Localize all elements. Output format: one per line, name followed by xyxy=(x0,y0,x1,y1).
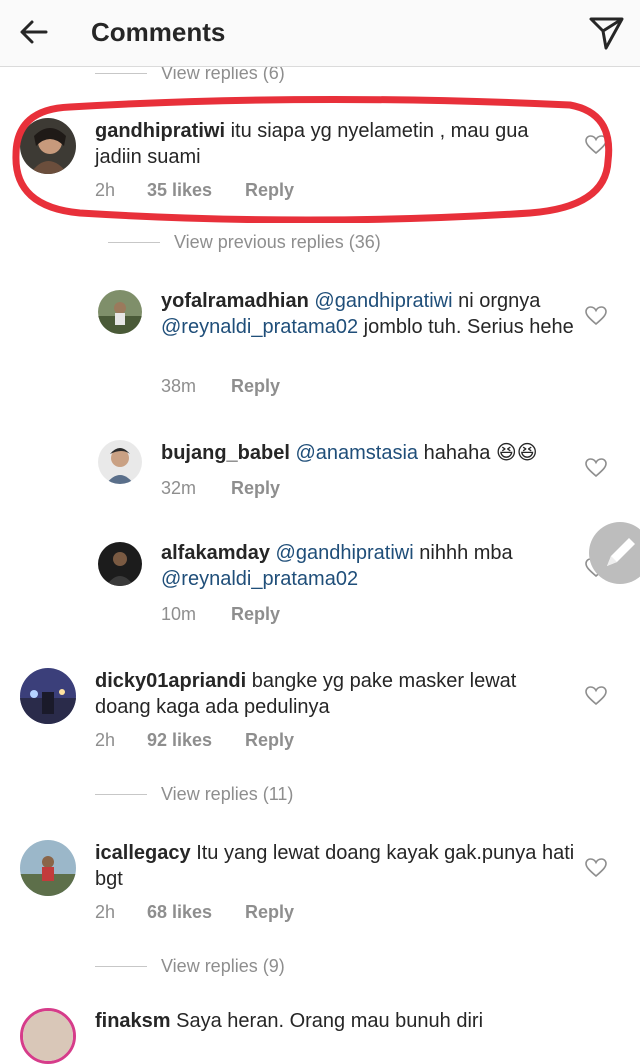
reply-button[interactable]: Reply xyxy=(245,180,294,201)
comment-meta: 38m Reply xyxy=(161,376,280,397)
comment-body: jomblo tuh. Serius hehe xyxy=(363,316,574,338)
reply-button[interactable]: Reply xyxy=(245,730,294,751)
mention-link[interactable]: @anamstasia xyxy=(295,442,418,464)
heart-icon[interactable] xyxy=(585,686,607,706)
heart-icon[interactable] xyxy=(585,458,607,478)
mention-link[interactable]: @gandhipratiwi xyxy=(276,542,414,564)
reply-button[interactable]: Reply xyxy=(245,902,294,923)
divider-line xyxy=(108,242,160,243)
avatar[interactable] xyxy=(20,1008,76,1064)
view-replies-label: View replies (9) xyxy=(161,956,285,976)
likes-count[interactable]: 68 likes xyxy=(147,902,245,923)
comment-body: Saya heran. Orang mau bunuh diri xyxy=(176,1010,484,1032)
comment-text: bujang_babel @anamstasia hahaha 😆😆 xyxy=(161,440,581,466)
mention-link[interactable]: @reynaldi_pratama02 xyxy=(161,568,358,590)
username-link[interactable]: alfakamday xyxy=(161,542,270,564)
timestamp: 2h xyxy=(95,730,116,750)
divider-line xyxy=(95,966,147,967)
username-link[interactable]: icallegacy xyxy=(95,842,191,864)
comment-text: finaksm Saya heran. Orang mau bunuh diri xyxy=(95,1008,575,1034)
edit-button[interactable] xyxy=(589,522,640,584)
timestamp: 38m xyxy=(161,376,197,396)
avatar[interactable] xyxy=(98,440,142,484)
timestamp: 32m xyxy=(161,478,197,498)
divider-line xyxy=(95,73,147,74)
timestamp: 2h xyxy=(95,902,116,922)
pencil-icon xyxy=(607,538,635,566)
timestamp: 10m xyxy=(161,604,197,624)
view-replies-link[interactable]: View replies (9) xyxy=(95,956,285,977)
mention-link[interactable]: @reynaldi_pratama02 xyxy=(161,316,358,338)
avatar[interactable] xyxy=(98,542,142,586)
comment-body: nihhh mba xyxy=(419,542,513,564)
comment-meta: 2h 68 likes Reply xyxy=(95,902,294,923)
username-link[interactable]: dicky01apriandi xyxy=(95,670,246,692)
comment-body: hahaha 😆😆 xyxy=(423,442,538,464)
comment-meta: 2h 35 likes Reply xyxy=(95,180,294,201)
comment-meta: 32m Reply xyxy=(161,478,280,499)
header-bar: Comments xyxy=(0,0,640,67)
username-link[interactable]: finaksm xyxy=(95,1010,171,1032)
heart-icon[interactable] xyxy=(585,306,607,326)
avatar[interactable] xyxy=(20,118,76,174)
heart-icon[interactable] xyxy=(585,135,607,155)
view-previous-label: View previous replies (36) xyxy=(174,232,381,252)
view-previous-replies-link[interactable]: View previous replies (36) xyxy=(108,232,381,253)
timestamp: 2h xyxy=(95,180,116,200)
back-arrow-icon[interactable] xyxy=(16,14,52,50)
send-icon[interactable] xyxy=(586,12,626,52)
reply-button[interactable]: Reply xyxy=(231,376,280,397)
comment-text: yofalramadhian @gandhipratiwi ni orgnya … xyxy=(161,288,581,340)
likes-count[interactable]: 92 likes xyxy=(147,730,245,751)
avatar[interactable] xyxy=(98,290,142,334)
avatar[interactable] xyxy=(20,668,76,724)
reply-button[interactable]: Reply xyxy=(231,604,280,625)
comment-text: alfakamday @gandhipratiwi nihhh mba @rey… xyxy=(161,540,581,592)
comment-text: dicky01apriandi bangke yg pake masker le… xyxy=(95,668,575,720)
comment-meta: 2h 92 likes Reply xyxy=(95,730,294,751)
comment-text: icallegacy Itu yang lewat doang kayak ga… xyxy=(95,840,575,892)
comment-body: ni orgnya xyxy=(458,290,541,312)
username-link[interactable]: bujang_babel xyxy=(161,442,290,464)
comment-meta: 10m Reply xyxy=(161,604,280,625)
username-link[interactable]: yofalramadhian xyxy=(161,290,309,312)
username-link[interactable]: gandhipratiwi xyxy=(95,120,225,142)
reply-button[interactable]: Reply xyxy=(231,478,280,499)
view-replies-label: View replies (11) xyxy=(161,784,294,804)
avatar[interactable] xyxy=(20,840,76,896)
view-replies-link[interactable]: View replies (11) xyxy=(95,784,293,805)
mention-link[interactable]: @gandhipratiwi xyxy=(314,290,452,312)
page-title: Comments xyxy=(91,17,226,47)
comment-text: gandhipratiwi itu siapa yg nyelametin , … xyxy=(95,118,575,170)
divider-line xyxy=(95,794,147,795)
likes-count[interactable]: 35 likes xyxy=(147,180,245,201)
heart-icon[interactable] xyxy=(585,858,607,878)
